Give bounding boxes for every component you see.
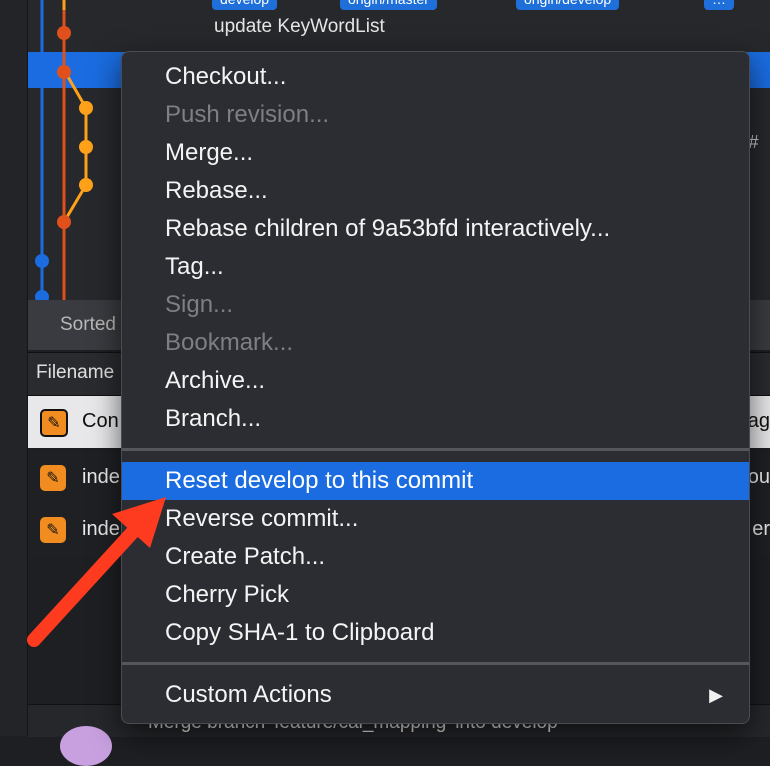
annotation-arrow-icon: [27, 497, 166, 647]
